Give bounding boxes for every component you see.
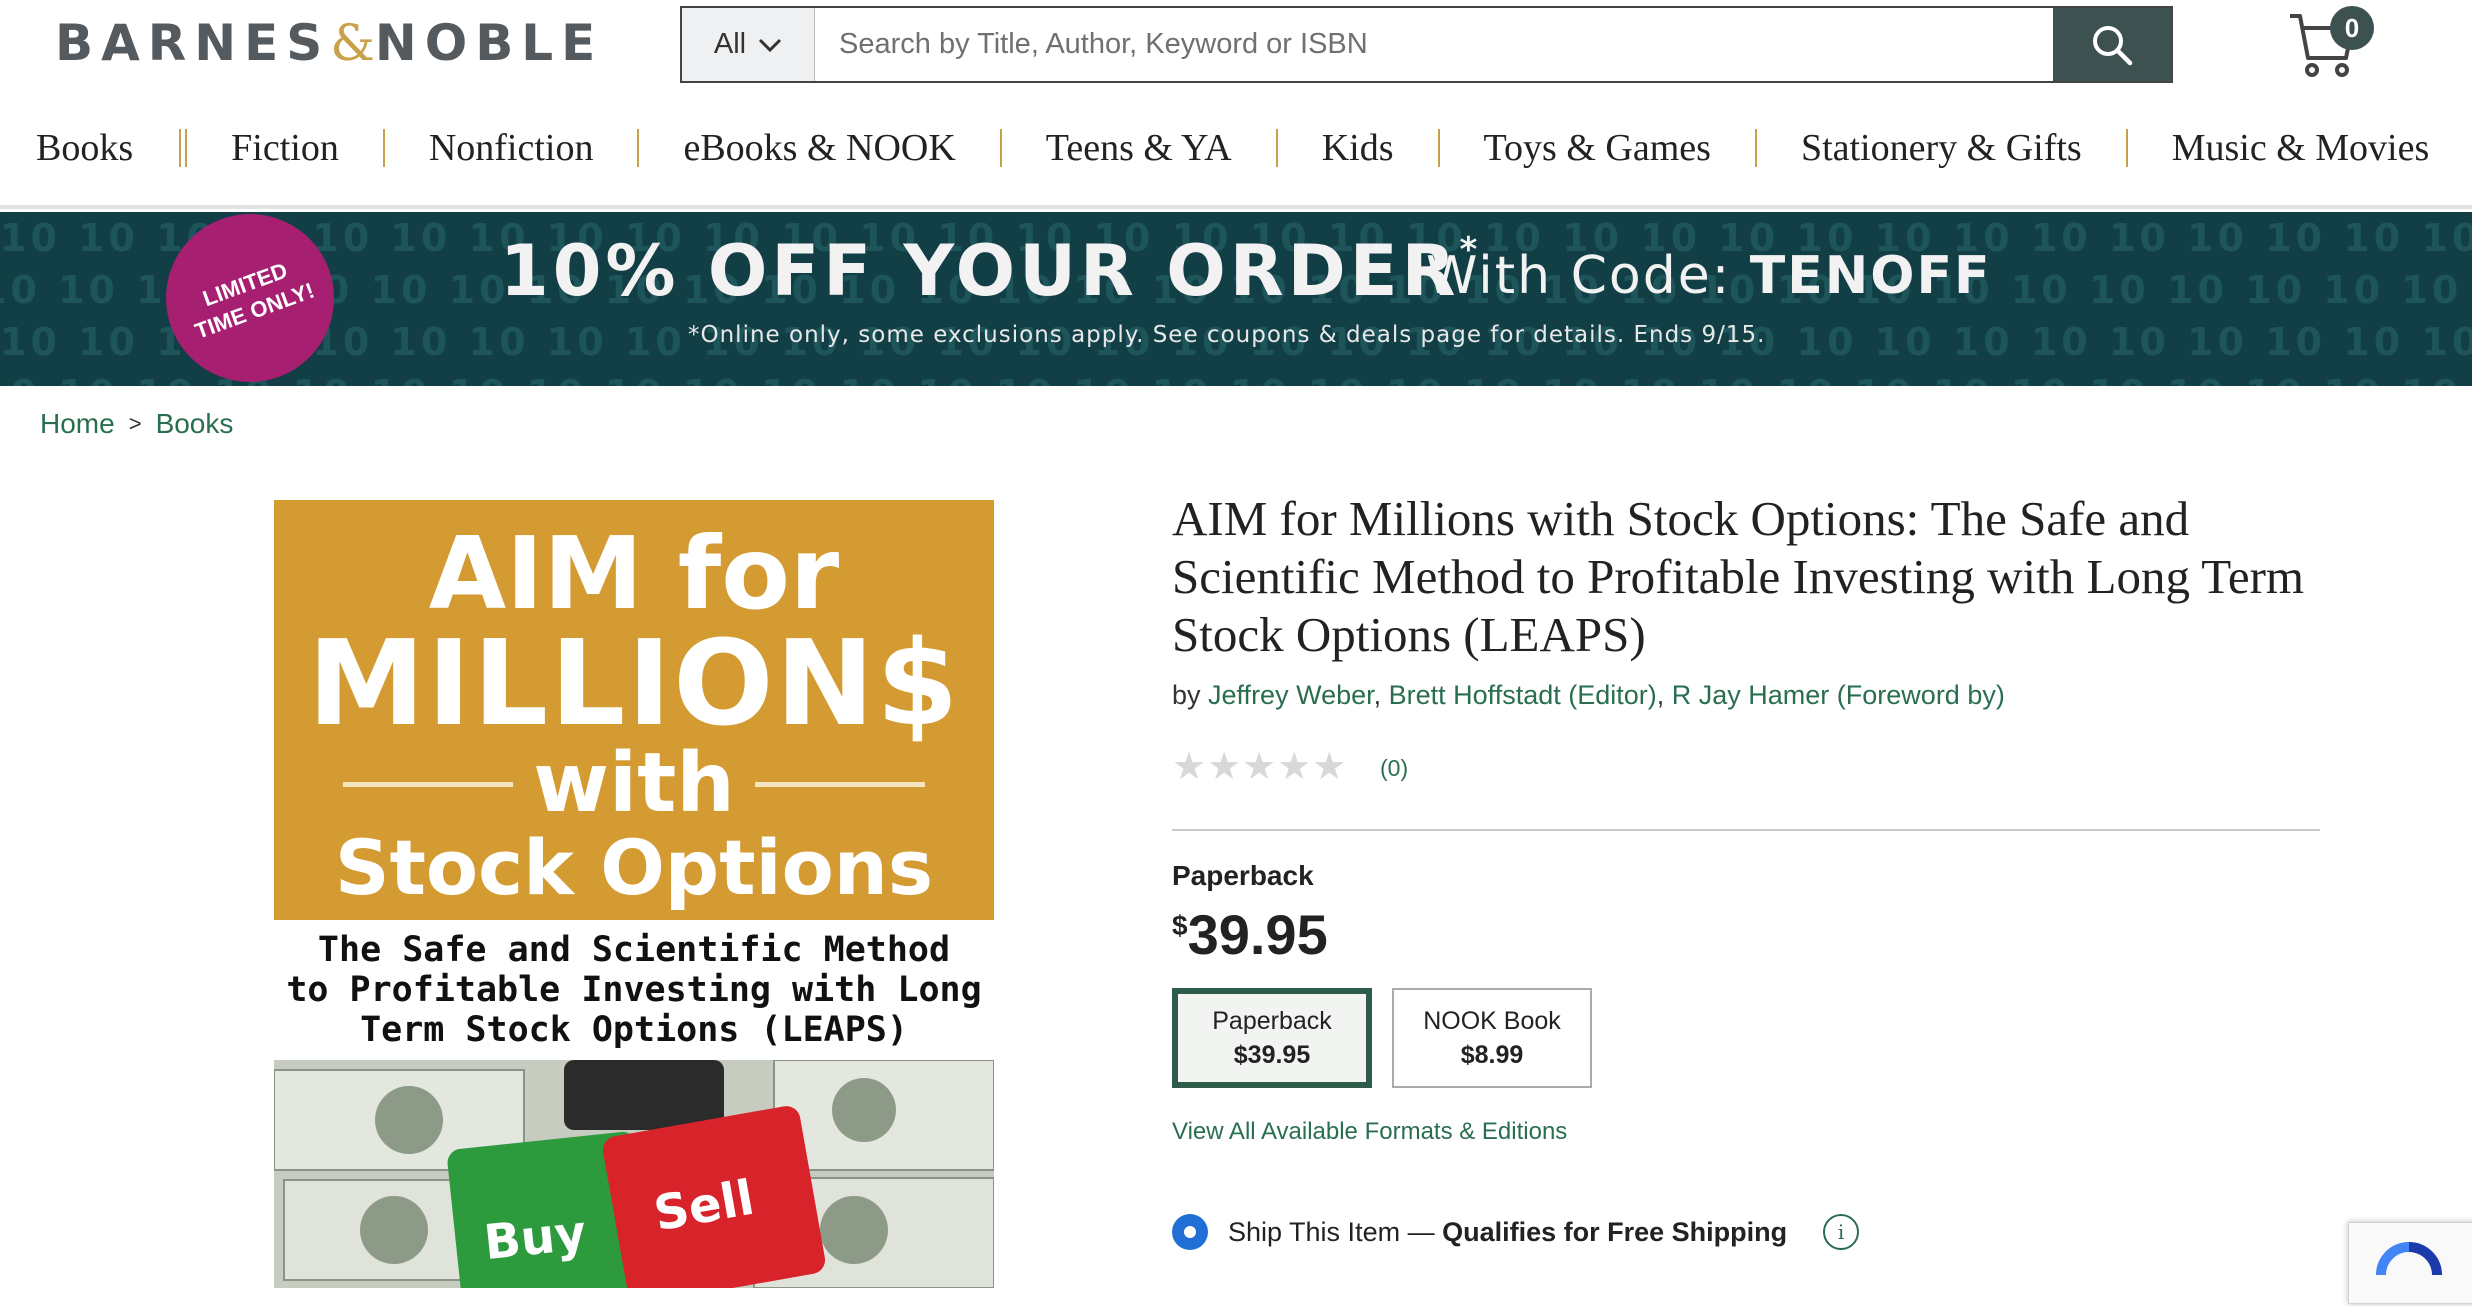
ship-radio-button[interactable] — [1172, 1214, 1208, 1250]
nav-nonfiction[interactable]: Nonfiction — [429, 126, 594, 170]
search-bar: All — [680, 6, 2173, 83]
nav-divider — [382, 129, 385, 167]
nav-music-movies[interactable]: Music & Movies — [2172, 126, 2430, 170]
cover-title-line-3: with — [533, 736, 735, 831]
breadcrumb-books[interactable]: Books — [156, 408, 234, 440]
product-title: AIM for Millions with Stock Options: The… — [1172, 491, 2305, 662]
logo-text-left: BARNES — [55, 14, 331, 72]
book-cover-image[interactable]: AIM for MILLION$ with Stock Options The … — [274, 500, 994, 1288]
free-shipping-label: Qualifies for Free Shipping — [1442, 1216, 1788, 1247]
breadcrumb-home[interactable]: Home — [40, 408, 115, 440]
recaptcha-badge[interactable] — [2348, 1222, 2472, 1304]
format-price: $8.99 — [1460, 1041, 1524, 1069]
nav-books[interactable]: Books — [36, 126, 133, 170]
author-link-3[interactable]: R Jay Hamer (Foreword by) — [1672, 680, 2005, 710]
price-currency: $ — [1172, 910, 1188, 941]
cover-title-line-2: MILLION$ — [307, 614, 961, 752]
ship-this-item-option[interactable]: Ship This Item — Qualifies for Free Ship… — [1172, 1214, 1860, 1250]
nav-divider — [1275, 129, 1278, 167]
search-category-dropdown[interactable]: All — [682, 8, 815, 81]
cover-subtitle-line-3: Term Stock Options (LEAPS) — [360, 1010, 908, 1050]
nav-teens-ya[interactable]: Teens & YA — [1046, 126, 1232, 170]
promo-headline-text: 10% OFF YOUR ORDER — [500, 230, 1460, 312]
section-divider — [1172, 829, 2320, 831]
breadcrumb-separator: > — [128, 411, 142, 436]
cover-money-background — [274, 1060, 994, 1288]
nav-divider — [1437, 129, 1440, 167]
promo-code: TENOFF — [1749, 246, 1992, 306]
product-price: $39.95 — [1172, 902, 1328, 967]
nav-divider — [1754, 129, 1757, 167]
cover-title-line-1: AIM for — [428, 515, 840, 632]
view-all-formats-link[interactable]: View All Available Formats & Editions — [1172, 1118, 1567, 1146]
nav-divider — [2125, 129, 2128, 167]
format-price: $39.95 — [1233, 1041, 1311, 1069]
cover-title-line-3-row: with — [343, 736, 925, 831]
recaptcha-icon — [2376, 1242, 2442, 1276]
promo-code-text: With Code: TENOFF — [1426, 246, 1992, 306]
nav-fiction[interactable]: Fiction — [231, 126, 339, 170]
cover-subtitle-line-2: to Profitable Investing with Long — [286, 970, 982, 1010]
format-option-nook-book[interactable]: NOOK Book $8.99 — [1392, 988, 1592, 1088]
author-separator: , — [1373, 680, 1389, 710]
ship-label: Ship This Item — — [1228, 1216, 1443, 1247]
selected-format-label: Paperback — [1172, 860, 1314, 891]
search-input[interactable] — [815, 8, 2053, 81]
info-icon[interactable]: i — [1823, 1214, 1860, 1250]
promo-code-prefix: With Code: — [1426, 246, 1750, 306]
author-link-1[interactable]: Jeffrey Weber — [1208, 680, 1374, 710]
logo-ampersand: & — [330, 14, 375, 72]
promo-headline: 10% OFF YOUR ORDER* — [500, 230, 1481, 312]
buy-key-label: Buy — [481, 1204, 589, 1272]
price-value: 39.95 — [1187, 903, 1328, 966]
cover-rule — [754, 781, 925, 787]
nav-toys-games[interactable]: Toys & Games — [1484, 126, 1711, 170]
search-category-label: All — [713, 28, 747, 60]
promo-disclaimer: *Online only, some exclusions apply. See… — [688, 322, 1766, 348]
author-by: by — [1172, 680, 1209, 710]
header-divider — [0, 205, 2472, 209]
format-option-paperback[interactable]: Paperback $39.95 — [1172, 988, 1372, 1088]
nav-ebooks-nook[interactable]: eBooks & NOOK — [683, 126, 955, 170]
nav-kids[interactable]: Kids — [1322, 126, 1394, 170]
chevron-down-icon — [759, 38, 782, 52]
nav-divider — [999, 129, 1002, 167]
format-name: Paperback — [1212, 1007, 1332, 1035]
cart-count-badge: 0 — [2330, 6, 2374, 50]
format-name: NOOK Book — [1423, 1007, 1561, 1035]
site-logo[interactable]: BARNES&NOBLE — [55, 14, 603, 72]
search-icon — [2093, 25, 2133, 65]
nav-divider — [637, 129, 640, 167]
nav-stationery-gifts[interactable]: Stationery & Gifts — [1801, 126, 2082, 170]
author-separator: , — [1656, 680, 1672, 710]
cover-keyboard-illustration: Buy Sell — [274, 1060, 994, 1288]
cover-title-line-4: Stock Options — [334, 823, 934, 912]
cover-subtitle: The Safe and Scientific Method to Profit… — [274, 920, 994, 1060]
rating-count-link[interactable]: (0) — [1380, 755, 1408, 782]
cover-rule — [343, 781, 514, 787]
logo-text-right: NOBLE — [374, 14, 604, 72]
breadcrumb: Home > Books — [40, 408, 233, 440]
nav-divider — [179, 129, 182, 167]
cover-title-block: AIM for MILLION$ with Stock Options — [274, 500, 994, 920]
author-link-2[interactable]: Brett Hoffstadt (Editor) — [1389, 680, 1657, 710]
rating-stars[interactable]: ★★★★★ — [1172, 744, 1347, 789]
search-button[interactable] — [2053, 8, 2171, 81]
category-nav: Books Fiction Nonfiction eBooks & NOOK T… — [0, 112, 2472, 184]
nav-divider — [185, 129, 188, 167]
author-line: by Jeffrey Weber, Brett Hoffstadt (Edito… — [1172, 680, 2005, 711]
cover-subtitle-line-1: The Safe and Scientific Method — [317, 930, 951, 970]
